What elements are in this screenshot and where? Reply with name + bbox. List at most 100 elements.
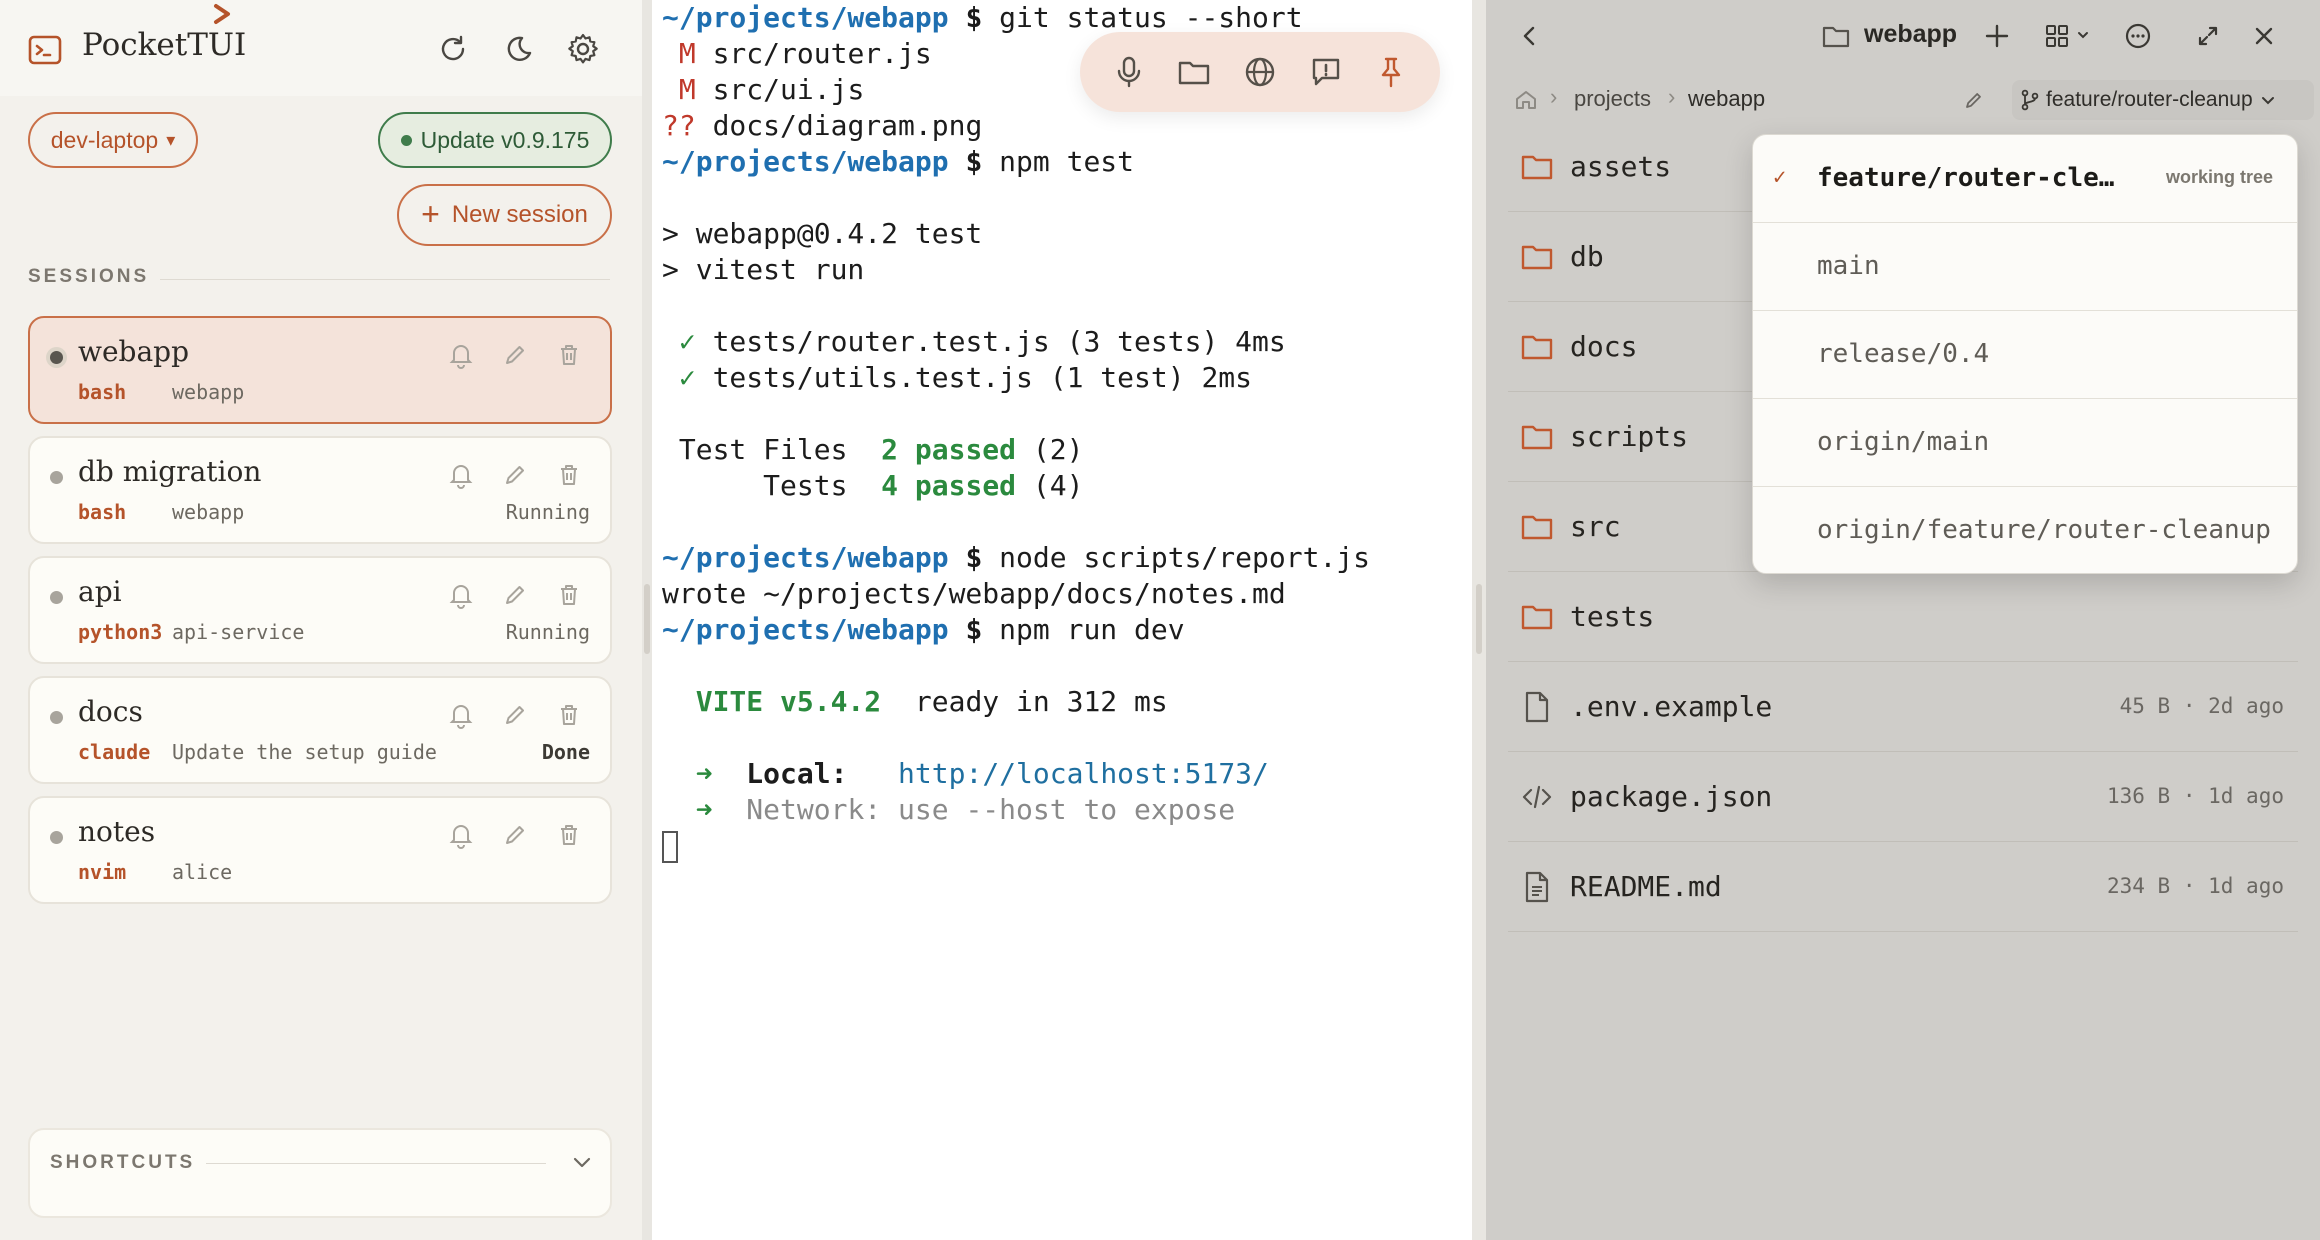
session-command: nvim xyxy=(78,860,127,884)
breadcrumb-projects[interactable]: projects xyxy=(1574,86,1651,112)
terminal-line: ~/projects/webapp $ npm test xyxy=(662,144,1370,180)
trash-icon[interactable] xyxy=(552,698,586,732)
shortcuts-panel[interactable]: SHORTCUTS xyxy=(28,1128,612,1218)
working-tree-badge: working tree xyxy=(2165,167,2273,187)
pencil-icon[interactable] xyxy=(498,458,532,492)
update-button[interactable]: Update v0.9.175 xyxy=(378,112,612,168)
view-mode-button[interactable] xyxy=(2043,18,2099,54)
terminal-line: VITE v5.4.2 ready in 312 ms xyxy=(662,684,1370,720)
code-icon xyxy=(1518,778,1556,816)
branch-option-label: feature/router-cle… xyxy=(1817,163,2115,193)
bell-icon[interactable] xyxy=(444,698,478,732)
browser-button[interactable] xyxy=(1238,50,1282,94)
edit-path-button[interactable] xyxy=(1958,84,1990,116)
terminal-cursor xyxy=(662,831,678,863)
terminal-line: ➜ Local: http://localhost:5173/ xyxy=(662,756,1370,792)
microphone-button[interactable] xyxy=(1107,50,1151,94)
refresh-button[interactable] xyxy=(432,28,474,70)
feedback-button[interactable] xyxy=(1304,50,1348,94)
branch-option-label: origin/feature/router-cleanup xyxy=(1817,515,2271,545)
folder-button[interactable] xyxy=(1172,50,1216,94)
pin-button[interactable] xyxy=(1369,50,1413,94)
pencil-icon[interactable] xyxy=(498,818,532,852)
git-flag: M xyxy=(678,37,696,70)
theme-toggle-button[interactable] xyxy=(497,28,539,70)
chevron-left-icon xyxy=(1523,26,1535,46)
branch-option-main[interactable]: main xyxy=(1753,223,2297,311)
file-name: package.json xyxy=(1570,780,1773,813)
session-card-webapp[interactable]: webapp bash webapp xyxy=(28,316,612,424)
plus-icon: + xyxy=(421,195,440,232)
pencil-icon[interactable] xyxy=(498,578,532,612)
more-options-button[interactable] xyxy=(2120,18,2156,54)
pencil-icon[interactable] xyxy=(498,698,532,732)
new-session-label: New session xyxy=(451,201,588,228)
session-card-notes[interactable]: notes nvim alice xyxy=(28,796,612,904)
expand-button[interactable] xyxy=(2190,18,2226,54)
bell-icon[interactable] xyxy=(444,578,478,612)
file-row-readme[interactable]: README.md 234 B · 1d ago xyxy=(1508,842,2298,932)
session-card-db-migration[interactable]: db migration bash webapp Running xyxy=(28,436,612,544)
branch-option-origin-main[interactable]: origin/main xyxy=(1753,399,2297,487)
trash-icon[interactable] xyxy=(552,338,586,372)
add-file-button[interactable] xyxy=(1979,18,2015,54)
terminal-line: ~/projects/webapp $ git status --short xyxy=(662,0,1370,36)
session-status: Running xyxy=(505,500,590,524)
git-file: src/router.js xyxy=(712,37,932,70)
file-name: tests xyxy=(1570,600,1655,633)
bell-icon[interactable] xyxy=(444,338,478,372)
folder-icon xyxy=(1518,328,1556,366)
session-status-dot xyxy=(50,591,63,604)
file-row-tests[interactable]: tests xyxy=(1508,572,2298,662)
file-name: db xyxy=(1570,240,1604,273)
command-text: git status --short xyxy=(999,1,1303,34)
prompt-path: ~/projects/webapp xyxy=(662,145,949,178)
session-status-dot xyxy=(50,471,63,484)
session-name: notes xyxy=(78,815,156,848)
git-file: docs/diagram.png xyxy=(712,109,983,142)
host-select[interactable]: dev-laptop ▾ xyxy=(28,112,198,168)
command-text: npm run dev xyxy=(999,613,1185,646)
file-meta: 234 B · 1d ago xyxy=(2106,874,2284,898)
arrow-right-icon: ➜ xyxy=(695,757,713,790)
branch-option-origin-feature[interactable]: origin/feature/router-cleanup xyxy=(1753,487,2297,573)
home-icon[interactable] xyxy=(1510,84,1542,116)
branch-option-release[interactable]: release/0.4 xyxy=(1753,311,2297,399)
close-button[interactable] xyxy=(2246,18,2282,54)
bell-icon[interactable] xyxy=(444,818,478,852)
microphone-icon xyxy=(1117,56,1140,88)
app-title: PocketTUI xyxy=(82,27,247,63)
trash-icon[interactable] xyxy=(552,458,586,492)
resize-handle[interactable] xyxy=(1476,584,1482,654)
test-result: tests/router.test.js (3 tests) 4ms xyxy=(712,325,1286,358)
new-session-button[interactable]: + New session xyxy=(397,184,612,246)
summary-pass: 2 passed xyxy=(881,433,1017,466)
settings-button[interactable] xyxy=(562,28,604,70)
local-url-link[interactable]: http://localhost:5173/ xyxy=(898,757,1269,790)
chevron-down-icon[interactable] xyxy=(564,1144,600,1180)
branch-option-current[interactable]: ✓ feature/router-cle… working tree xyxy=(1753,135,2297,223)
terminal-line: ✓ tests/utils.test.js (1 test) 2ms xyxy=(662,360,1370,396)
file-row-env-example[interactable]: .env.example 45 B · 2d ago xyxy=(1508,662,2298,752)
back-button[interactable] xyxy=(1512,18,1548,54)
session-card-api[interactable]: api python3 api-service Running xyxy=(28,556,612,664)
pencil-icon[interactable] xyxy=(498,338,532,372)
session-card-docs[interactable]: docs claude Update the setup guide Done xyxy=(28,676,612,784)
breadcrumb-webapp[interactable]: webapp xyxy=(1688,86,1765,112)
resize-handle[interactable] xyxy=(644,584,650,654)
session-command: bash xyxy=(78,500,127,524)
gear-icon xyxy=(568,33,598,64)
file-row-package-json[interactable]: package.json 136 B · 1d ago xyxy=(1508,752,2298,842)
session-cwd: webapp xyxy=(172,500,245,524)
file-name: README.md xyxy=(1570,870,1722,903)
trash-icon[interactable] xyxy=(552,578,586,612)
command-text: node scripts/report.js xyxy=(999,541,1371,574)
terminal-pane[interactable]: ~/projects/webapp $ git status --short M… xyxy=(652,0,1472,1240)
terminal-line: wrote ~/projects/webapp/docs/notes.md xyxy=(662,577,1286,610)
trash-icon[interactable] xyxy=(552,818,586,852)
branch-selector[interactable]: feature/router-cleanup xyxy=(2012,80,2314,120)
bell-icon[interactable] xyxy=(444,458,478,492)
